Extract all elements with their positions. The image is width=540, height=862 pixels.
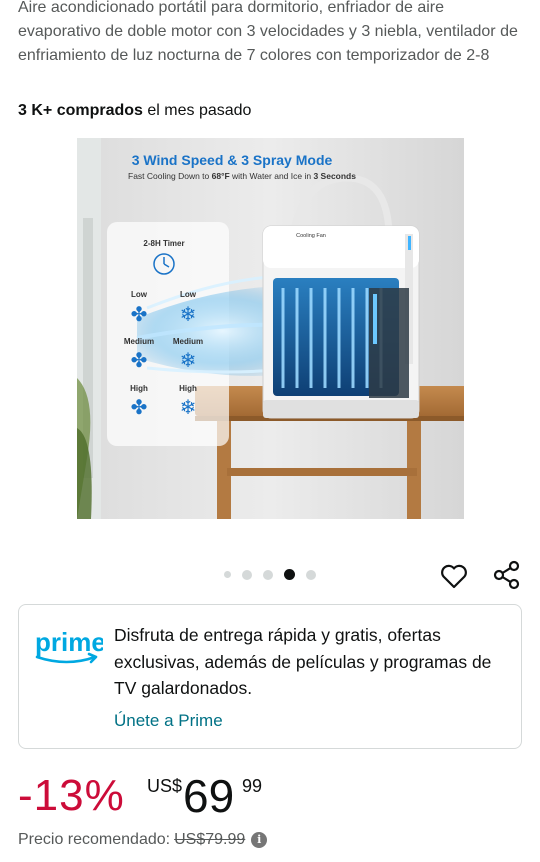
product-title: Aire acondicionado portátil para dormito… xyxy=(18,0,518,64)
list-price-value: US$79.99 xyxy=(174,831,246,848)
heart-icon xyxy=(441,564,467,589)
carousel-indicator xyxy=(224,569,316,580)
price-block: -13% US$ 69 99 xyxy=(18,768,538,828)
prime-promo-card: prime Disfruta de entrega rápida y grati… xyxy=(18,604,522,749)
speed-label-low: Low xyxy=(131,290,148,299)
snow-medium-icon: ❄ xyxy=(180,348,197,372)
image-subline: Fast Cooling Down to 68°F with Water and… xyxy=(128,171,356,181)
prime-logo: prime xyxy=(33,621,106,667)
discount-percentage: -13% xyxy=(18,771,125,820)
list-price-label: Precio recomendado: xyxy=(18,831,171,848)
favorite-button[interactable] xyxy=(439,561,469,591)
snow-low-icon: ❄ xyxy=(180,302,197,326)
carousel-dot[interactable] xyxy=(263,569,273,580)
purchase-count: 3 K+ comprados el mes pasado xyxy=(18,100,251,122)
prime-logo-text: prime xyxy=(35,627,103,657)
purchase-count-suffix: el mes pasado xyxy=(142,102,252,119)
spray-label-medium: Medium xyxy=(173,337,203,346)
snow-high-icon: ❄ xyxy=(180,395,197,419)
spray-label-high: High xyxy=(179,384,197,393)
price-currency: US$ xyxy=(147,776,183,796)
price-whole: 69 xyxy=(183,770,235,822)
info-icon[interactable]: i xyxy=(251,832,268,848)
speed-label-high: High xyxy=(130,384,148,393)
join-prime-link[interactable]: Únete a Prime xyxy=(114,709,223,733)
product-image[interactable]: 3 Wind Speed & 3 Spray Mode Fast Cooling… xyxy=(77,138,464,519)
list-price: Precio recomendado: US$79.99 i xyxy=(18,829,268,851)
prime-description: Disfruta de entrega rápida y gratis, ofe… xyxy=(114,625,492,698)
fan-low-icon: ✤ xyxy=(131,302,148,326)
image-headline: 3 Wind Speed & 3 Spray Mode xyxy=(132,152,333,168)
fan-medium-icon: ✤ xyxy=(131,348,148,372)
carousel-dot-active[interactable] xyxy=(284,569,295,580)
speed-label-medium: Medium xyxy=(124,337,154,346)
price-fraction: 99 xyxy=(242,776,263,796)
timer-label: 2-8H Timer xyxy=(143,239,184,248)
purchase-count-number: 3 K+ comprados xyxy=(18,102,143,119)
carousel-dot[interactable] xyxy=(224,571,231,578)
device-label: Cooling Fan xyxy=(296,233,326,239)
share-button[interactable] xyxy=(491,559,523,591)
carousel-dot[interactable] xyxy=(306,569,316,580)
share-icon xyxy=(493,560,520,590)
spray-label-low: Low xyxy=(180,290,197,299)
carousel-dot[interactable] xyxy=(242,569,252,580)
fan-high-icon: ✤ xyxy=(131,395,148,419)
